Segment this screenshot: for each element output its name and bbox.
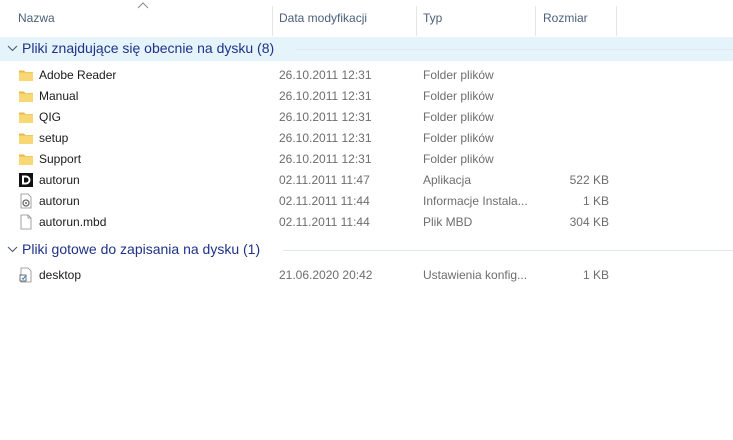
group-divider (296, 49, 733, 50)
file-size (540, 128, 609, 149)
file-type: Folder plików (423, 68, 494, 82)
file-type: Ustawienia konfig... (423, 268, 528, 282)
file-row[interactable]: Adobe Reader 26.10.2011 12:31 Folder pli… (0, 65, 733, 86)
column-header-size-label: Rozmiar (543, 11, 588, 25)
blank-file-icon (20, 214, 32, 230)
folder-icon (19, 154, 33, 165)
file-type: Folder plików (423, 110, 494, 124)
group-header-ready-to-write[interactable]: Pliki gotowe do zapisania na dysku (1) (0, 238, 733, 262)
group-header-on-disk[interactable]: Pliki znajdujące się obecnie na dysku (8… (0, 37, 733, 61)
group-title: Pliki znajdujące się obecnie na dysku (8… (22, 40, 275, 56)
file-size: 1 KB (582, 268, 609, 282)
file-size (540, 107, 609, 128)
file-size (540, 86, 609, 107)
column-header-type[interactable]: Typ (423, 0, 535, 36)
column-header-date[interactable]: Data modyfikacji (279, 0, 416, 36)
folder-icon (19, 70, 33, 81)
setup-info-icon (20, 193, 32, 209)
group-title: Pliki gotowe do zapisania na dysku (1) (22, 241, 261, 257)
column-resize-handle[interactable] (272, 6, 273, 36)
folder-icon (19, 91, 33, 102)
chevron-down-icon[interactable] (7, 245, 18, 253)
file-row[interactable]: autorun.mbd 02.11.2011 11:44 Plik MBD 30… (0, 212, 733, 233)
file-type: Folder plików (423, 131, 494, 145)
column-header-date-label: Data modyfikacji (279, 11, 368, 25)
file-name: setup (39, 131, 69, 145)
file-size: 1 KB (582, 194, 609, 208)
file-date: 02.11.2011 11:47 (279, 173, 370, 187)
file-explorer-view: Nazwa Data modyfikacji Typ Rozmiar Pliki… (0, 0, 733, 440)
file-name: autorun (39, 173, 80, 187)
file-row[interactable]: QIG 26.10.2011 12:31 Folder plików (0, 107, 733, 128)
file-row[interactable]: setup 26.10.2011 12:31 Folder plików (0, 128, 733, 149)
file-name: Adobe Reader (39, 68, 117, 82)
file-date: 21.06.2020 20:42 (279, 268, 373, 282)
file-row[interactable]: autorun 02.11.2011 11:44 Informacje Inst… (0, 191, 733, 212)
column-header-name-label: Nazwa (18, 11, 55, 25)
column-header-type-label: Typ (423, 11, 443, 25)
file-size: 304 KB (569, 215, 609, 229)
file-type: Informacje Instala... (423, 194, 528, 208)
file-date: 26.10.2011 12:31 (279, 110, 372, 124)
file-row[interactable]: desktop 21.06.2020 20:42 Ustawienia konf… (0, 265, 733, 286)
file-name: QIG (39, 110, 62, 124)
folder-icon (19, 133, 33, 144)
file-type: Plik MBD (423, 215, 473, 229)
file-date: 02.11.2011 11:44 (279, 215, 370, 229)
file-size: 522 KB (569, 173, 609, 187)
column-resize-handle[interactable] (616, 6, 617, 36)
chevron-down-icon[interactable] (7, 44, 18, 52)
file-size (540, 149, 609, 170)
file-date: 26.10.2011 12:31 (279, 89, 372, 103)
file-name: Manual (39, 89, 79, 103)
file-name: autorun (39, 194, 80, 208)
column-header-bar: Nazwa Data modyfikacji Typ Rozmiar (0, 0, 733, 36)
file-date: 26.10.2011 12:31 (279, 131, 372, 145)
file-row[interactable]: autorun 02.11.2011 11:47 Aplikacja 522 K… (0, 170, 733, 191)
file-type: Folder plików (423, 152, 494, 166)
file-date: 26.10.2011 12:31 (279, 68, 372, 82)
folder-icon (19, 112, 33, 123)
file-name: autorun.mbd (39, 215, 107, 229)
file-size (540, 65, 609, 86)
file-date: 02.11.2011 11:44 (279, 194, 370, 208)
dlink-app-icon (19, 173, 33, 187)
column-resize-handle[interactable] (535, 6, 536, 36)
group-divider (283, 250, 733, 251)
file-name: Support (39, 152, 82, 166)
column-header-name[interactable]: Nazwa (18, 0, 272, 36)
column-resize-handle[interactable] (416, 6, 417, 36)
file-date: 26.10.2011 12:31 (279, 152, 372, 166)
file-name: desktop (39, 268, 82, 282)
file-type: Aplikacja (423, 173, 472, 187)
column-header-size[interactable]: Rozmiar (543, 0, 616, 36)
config-file-icon (19, 267, 32, 283)
file-row[interactable]: Support 26.10.2011 12:31 Folder plików (0, 149, 733, 170)
file-row[interactable]: Manual 26.10.2011 12:31 Folder plików (0, 86, 733, 107)
file-type: Folder plików (423, 89, 494, 103)
